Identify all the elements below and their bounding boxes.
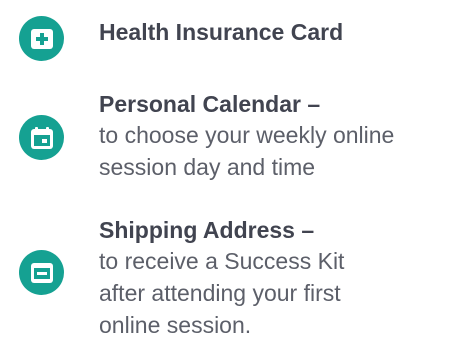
medical-plus-icon bbox=[19, 16, 64, 61]
item-description-line: online session. bbox=[99, 312, 252, 338]
item-title: Health Insurance Card bbox=[99, 19, 344, 45]
package-box-icon bbox=[19, 250, 64, 295]
item-title: Shipping Address – bbox=[99, 217, 315, 243]
item-description-line: after attending your first bbox=[99, 280, 341, 306]
item-description-line: to receive a Success Kit bbox=[99, 248, 345, 274]
item-title: Personal Calendar – bbox=[99, 91, 321, 117]
calendar-icon bbox=[19, 115, 64, 160]
item-description-line: session day and time bbox=[99, 154, 316, 180]
item-description-line: to choose your weekly online bbox=[99, 122, 395, 148]
